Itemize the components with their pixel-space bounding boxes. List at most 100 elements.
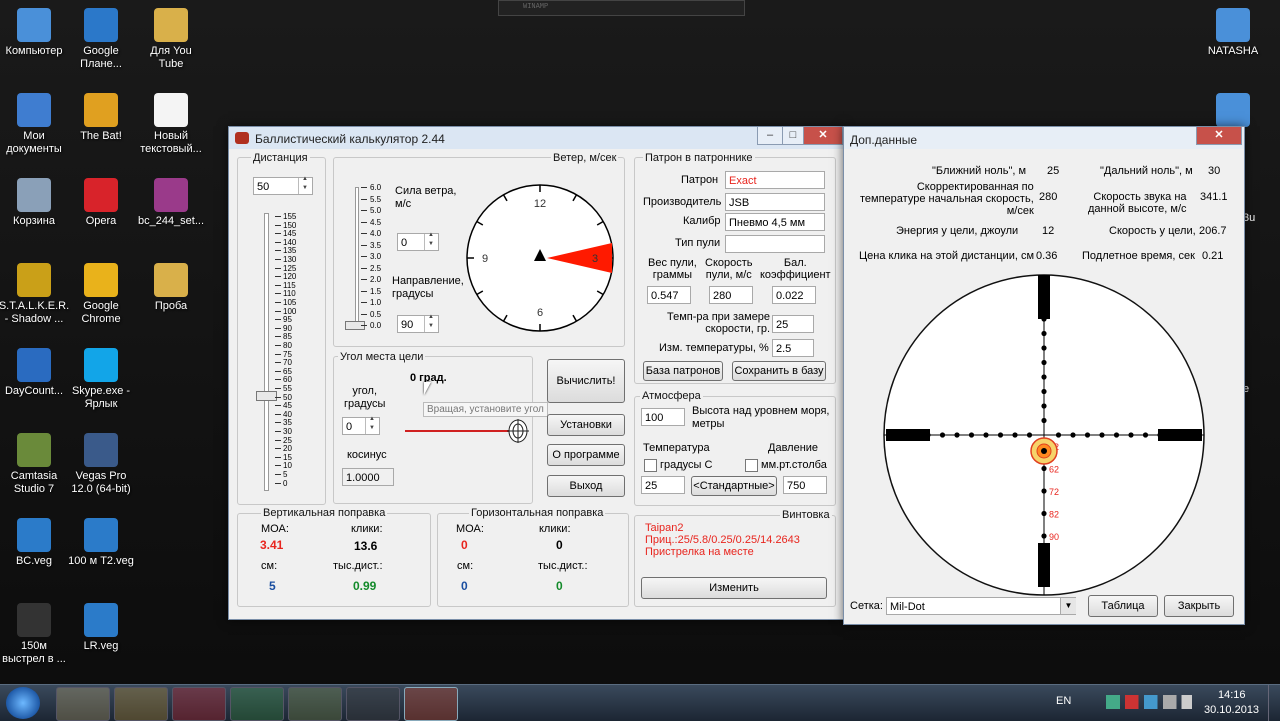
distance-slider-track[interactable] [264, 213, 269, 491]
temp-measure-input[interactable]: 25 [772, 315, 814, 333]
standard-button[interactable]: <Стандартные> [691, 476, 777, 496]
grid-select[interactable]: Mil-Dot [886, 597, 1076, 615]
taskbar-opera[interactable] [172, 687, 226, 721]
desktop-icon[interactable]: 100 м T2.veg [63, 518, 139, 568]
distance-slider-thumb[interactable] [256, 391, 277, 401]
mil-dot [1041, 330, 1047, 337]
distance-tick-label: 20 [283, 444, 292, 454]
extra-close-button[interactable]: ✕ [1196, 127, 1242, 145]
desktop-icon[interactable]: Google Плане... [63, 8, 139, 71]
desktop-icon[interactable]: BC.veg [0, 518, 72, 568]
clock-date[interactable]: 30.10.2013 [1204, 704, 1259, 716]
desktop-icon-label: Корзина [13, 215, 55, 227]
desktop-icon[interactable]: Компьютер [0, 8, 72, 58]
wind-direction-spinner[interactable] [424, 314, 439, 332]
angle-spinner[interactable] [365, 416, 380, 434]
mil-dot [997, 432, 1004, 438]
desktop-icon[interactable]: Vegas Pro 12.0 (64-bit) [63, 433, 139, 496]
mil-dot [1142, 432, 1149, 438]
mil-dot [1041, 359, 1047, 366]
change-button[interactable]: Изменить [641, 577, 827, 599]
winamp-bar: WINAMP [498, 0, 745, 16]
caliber-input[interactable]: Пневмо 4,5 мм [725, 213, 825, 231]
start-button[interactable] [6, 687, 40, 719]
desktop-icon[interactable]: Opera [63, 178, 139, 228]
app-icon [17, 178, 51, 212]
desktop-icon[interactable]: S.T.A.L.K.E.R. - Shadow ... [0, 263, 72, 326]
wind-clock[interactable]: 12 6 9 3 [465, 183, 615, 333]
mil-dot [1041, 403, 1047, 409]
app-icon [235, 132, 249, 144]
bc-input[interactable]: 0.022 [772, 286, 816, 304]
extra-titlebar[interactable]: Доп.данные ✕ [844, 127, 1244, 149]
wind-force-spinner[interactable] [424, 232, 439, 250]
pressure-input[interactable]: 750 [783, 476, 827, 494]
minimize-button[interactable]: – [757, 127, 783, 145]
distance-spinner[interactable] [298, 176, 313, 194]
desktop-icon[interactable]: Camtasia Studio 7 [0, 433, 72, 496]
desktop-icon[interactable]: NATASHA [1190, 8, 1276, 58]
desktop-icon[interactable]: Skype.exe - Ярлык [63, 348, 139, 411]
wind-tick-label: 2.0 [370, 275, 382, 284]
weight-input[interactable]: 0.547 [647, 286, 691, 304]
save-to-db-button[interactable]: Сохранить в базу [732, 361, 826, 381]
mil-dot [939, 432, 946, 438]
settings-button[interactable]: Установки [547, 414, 625, 436]
celsius-checkbox[interactable] [644, 459, 657, 472]
desktop-icon[interactable]: Для You Tube [133, 8, 209, 71]
desktop-icon[interactable]: Google Chrome [63, 263, 139, 326]
v-mil-value: 0.99 [353, 579, 377, 593]
chevron-down-icon[interactable]: ▼ [1060, 598, 1076, 614]
patron-input[interactable]: Exact [725, 171, 825, 189]
bullet-type-label: Тип пули [675, 237, 721, 249]
bullet-type-input[interactable] [725, 235, 825, 253]
show-desktop-button[interactable] [1268, 685, 1280, 721]
desktop-icon[interactable]: DayCount... [0, 348, 72, 398]
desktop-icon[interactable]: Новый текстовый... [133, 93, 209, 156]
desktop-icon[interactable]: LR.veg [63, 603, 139, 653]
speed-input[interactable]: 280 [709, 286, 753, 304]
distance-tick-label: 55 [283, 384, 292, 393]
app-icon [154, 263, 188, 297]
desktop-icon[interactable]: Корзина [0, 178, 72, 228]
calculator-titlebar[interactable]: Баллистический калькулятор 2.44 – □ ✕ [229, 127, 843, 149]
desktop-icon-label: Skype.exe - Ярлык [71, 385, 131, 410]
tray-icons[interactable] [1106, 695, 1192, 709]
temperature-input[interactable]: 25 [641, 476, 685, 494]
desktop-icon[interactable]: The Bat! [63, 93, 139, 143]
angle-target-icon[interactable] [507, 419, 529, 443]
desktop-icon[interactable]: 150м выстрел в ... [0, 603, 72, 666]
desktop-icon[interactable]: Мои документы [0, 93, 72, 156]
about-button[interactable]: О программе [547, 444, 625, 466]
altitude-input[interactable]: 100 [641, 408, 685, 426]
taskbar-thebat[interactable] [114, 687, 168, 721]
target-velocity-value: 206.7 [1199, 225, 1227, 237]
clock-time[interactable]: 14:16 [1218, 689, 1246, 701]
mmhg-checkbox[interactable] [745, 459, 758, 472]
close-button[interactable]: ✕ [803, 127, 843, 145]
close-extra-button[interactable]: Закрыть [1164, 595, 1234, 617]
desktop-icon[interactable]: bc_244_set... [133, 178, 209, 228]
taskbar-recorder[interactable] [346, 687, 400, 721]
taskbar-camtasia[interactable] [288, 687, 342, 721]
taskbar-explorer[interactable] [56, 687, 110, 721]
exit-button[interactable]: Выход [547, 475, 625, 497]
taskbar-chrome[interactable] [230, 687, 284, 721]
language-indicator[interactable]: EN [1056, 695, 1071, 707]
desktop-icon[interactable]: Проба [133, 263, 209, 313]
maximize-button[interactable]: □ [782, 127, 804, 145]
reticle-distance-mark: 90 [1049, 532, 1059, 542]
temp-change-input[interactable]: 2.5 [772, 339, 814, 357]
h-moa-label: МОА: [456, 523, 484, 535]
cartridge-db-button[interactable]: База патронов [643, 361, 723, 381]
maker-input[interactable]: JSB [725, 193, 825, 211]
distance-tick-label: 95 [283, 315, 292, 325]
distance-tick [275, 482, 281, 484]
table-button[interactable]: Таблица [1088, 595, 1158, 617]
angle-line[interactable] [405, 430, 517, 432]
distance-tick-label: 80 [283, 341, 292, 350]
wind-slider-track[interactable] [355, 187, 359, 329]
taskbar-ballistic[interactable] [404, 687, 458, 721]
calculate-button[interactable]: Вычислить! [547, 359, 625, 403]
reticle-distance-mark: 72 [1049, 487, 1059, 497]
